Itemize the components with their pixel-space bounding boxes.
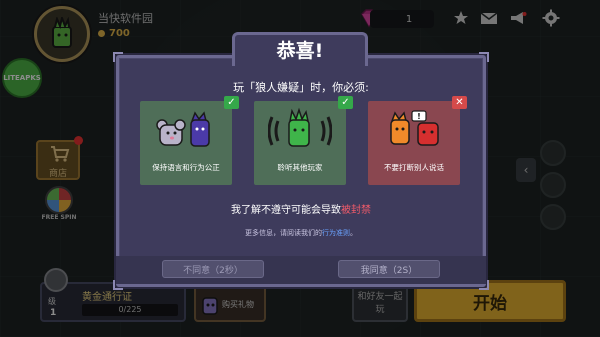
warning-text: 我了解不遵守可能会导致 xyxy=(231,205,341,216)
disagree-label: 不同意（2秒） xyxy=(183,265,243,276)
rule-mark: ✕ xyxy=(455,97,464,108)
rule-card-fair: 保持语言和行为公正 xyxy=(140,101,232,185)
dialog-corner xyxy=(479,52,489,62)
rule-card-listen: 聆听其他玩家 xyxy=(254,101,346,185)
rule-mark: ✓ xyxy=(227,97,236,108)
dialog-corner xyxy=(113,52,123,62)
warning-highlight: 被封禁 xyxy=(341,205,371,216)
cross-icon: ✕ xyxy=(452,96,467,109)
code-of-conduct-link[interactable]: 行为准则 xyxy=(322,229,350,237)
dialog-subtitle: 玩「狼人嫌疑」时，你必须: xyxy=(233,81,369,94)
svg-text:!: ! xyxy=(417,112,421,121)
rule-label: 不要打断别人说话 xyxy=(384,163,444,172)
info-text: 更多信息，请阅读我们的行为准则。 xyxy=(116,228,486,238)
rule-card-no-interrupt: ! 不要打断别人说话 xyxy=(368,101,460,185)
info-prefix: 更多信息，请阅读我们的 xyxy=(245,229,322,237)
check-icon: ✓ xyxy=(338,96,353,109)
listening-character-icon xyxy=(268,107,332,147)
dialog-title: 恭喜! xyxy=(276,40,324,62)
agree-label: 我同意（2S） xyxy=(360,265,418,276)
info-suffix: 。 xyxy=(350,229,357,237)
disagree-button[interactable]: 不同意（2秒） xyxy=(162,260,264,278)
interrupting-characters-icon: ! xyxy=(390,110,439,146)
check-icon: ✓ xyxy=(224,96,239,109)
rule-label: 保持语言和行为公正 xyxy=(152,163,220,172)
mouse-and-cat-icon xyxy=(156,111,210,147)
agree-button[interactable]: 我同意（2S） xyxy=(338,260,440,278)
rule-label: 聆听其他玩家 xyxy=(277,163,323,172)
ban-warning: 我了解不遵守可能会导致被封禁 xyxy=(116,201,486,216)
rule-mark: ✓ xyxy=(341,97,350,108)
